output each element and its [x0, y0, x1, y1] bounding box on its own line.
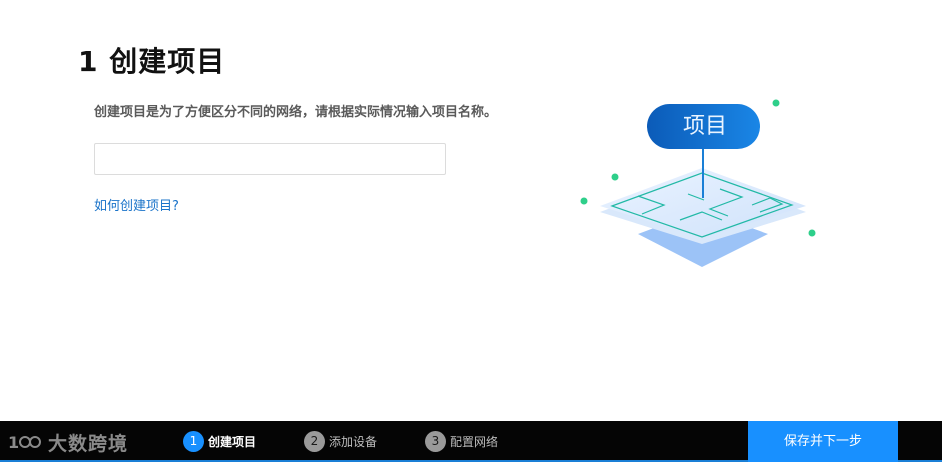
step-add-device[interactable]: 2 添加设备: [304, 430, 377, 452]
footer-bar: 1 大数跨境 1 创建项目 2 添加设备 3 配置网络 保存并下一步: [0, 421, 942, 462]
save-and-next-button[interactable]: 保存并下一步: [748, 421, 898, 462]
logo-text: 大数跨境: [48, 432, 129, 455]
project-name-input[interactable]: [94, 143, 446, 175]
brand-logo: 1 大数跨境: [8, 430, 129, 455]
step-label: 配置网络: [450, 434, 499, 449]
step-number: 2: [304, 430, 325, 452]
step-number: 1: [183, 430, 204, 452]
page-root: 1 创建项目 创建项目是为了方便区分不同的网络，请根据实际情况输入项目名称。 如…: [0, 0, 942, 462]
step-create-project[interactable]: 1 创建项目: [183, 430, 256, 452]
logo-mark-icon: 1: [8, 433, 41, 452]
step-label: 创建项目: [208, 434, 257, 449]
illustration-label: 项目: [682, 114, 727, 139]
step-configure-network[interactable]: 3 配置网络: [425, 430, 498, 452]
step-number: 3: [425, 430, 446, 452]
page-title: 1 创建项目: [78, 45, 226, 78]
svg-text:1: 1: [8, 433, 19, 452]
page-description: 创建项目是为了方便区分不同的网络，请根据实际情况输入项目名称。: [94, 105, 498, 120]
help-link-create-project[interactable]: 如何创建项目?: [94, 195, 179, 214]
project-illustration: 项目: [570, 92, 830, 282]
step-label: 添加设备: [329, 434, 378, 449]
